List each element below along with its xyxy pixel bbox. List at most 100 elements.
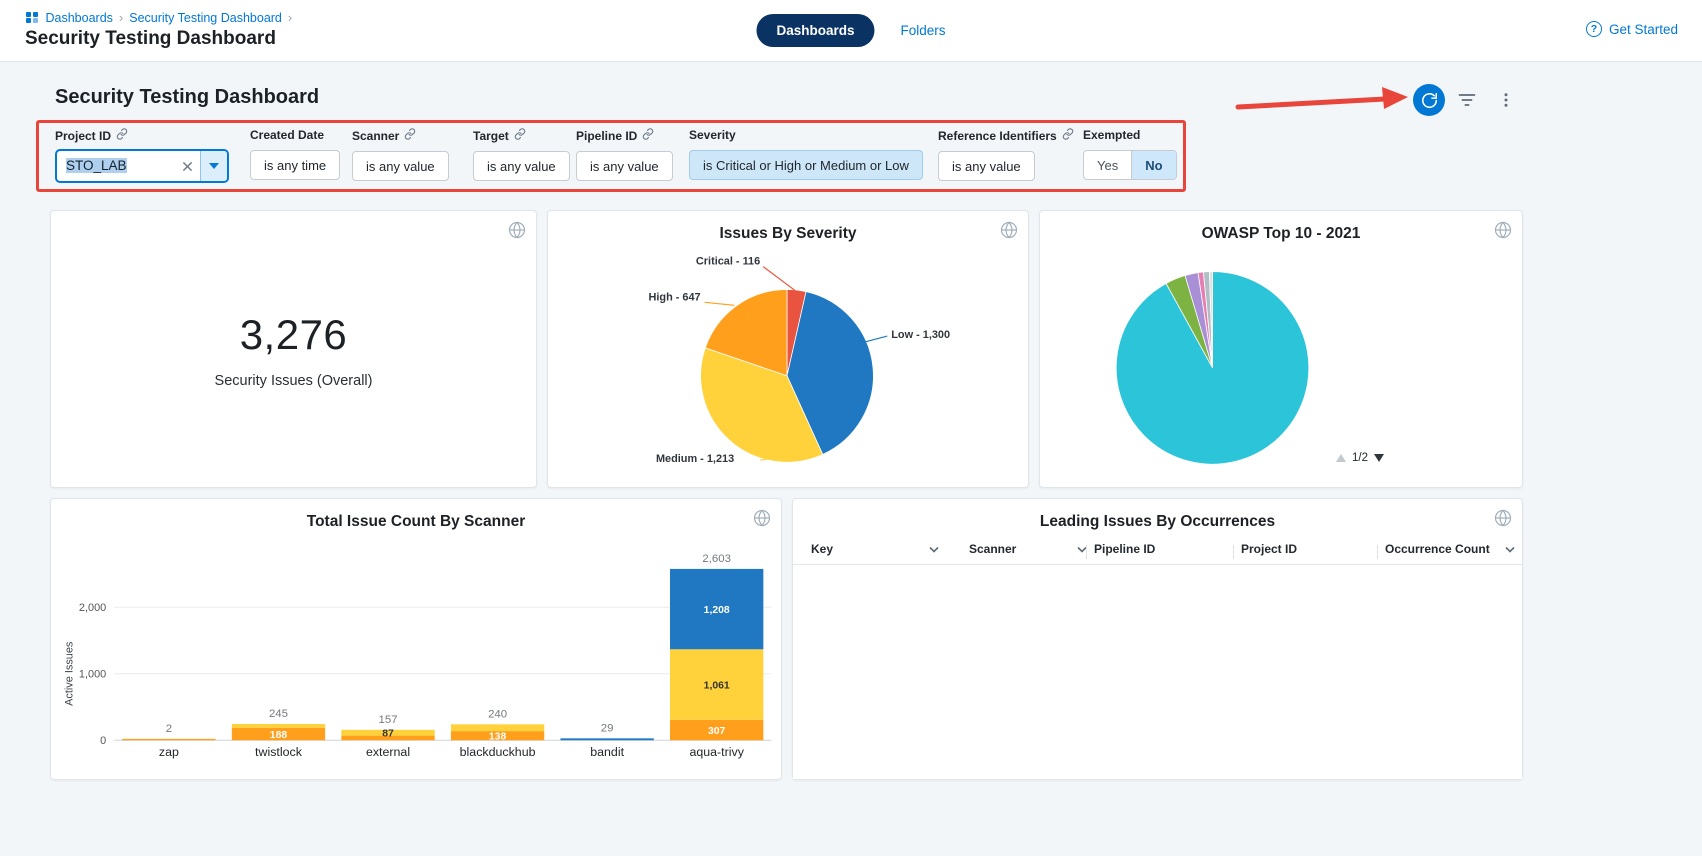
- filter-severity: Severity is Critical or High or Medium o…: [689, 128, 923, 180]
- svg-text:87: 87: [382, 728, 394, 739]
- column-divider: [1233, 545, 1234, 559]
- chart-title: OWASP Top 10 - 2021: [1040, 225, 1522, 243]
- bar-segment-external-orange[interactable]: [341, 736, 434, 741]
- filter-label: Reference Identifiers: [938, 129, 1057, 143]
- issues-by-severity-pie-chart: Critical - 116Low - 1,300Medium - 1,213H…: [548, 211, 1028, 487]
- bar-segment-blackduckhub-yellow[interactable]: [451, 724, 544, 731]
- column-header-pipeline-id[interactable]: Pipeline ID: [1094, 542, 1155, 556]
- svg-text:zap: zap: [159, 745, 179, 759]
- target-filter-button[interactable]: is any value: [473, 151, 570, 181]
- issue-count-bar-chart: 01,0002,000Active Issues2zap188245twistl…: [51, 499, 781, 779]
- column-header-scanner[interactable]: Scanner: [969, 542, 1087, 556]
- tab-dashboards[interactable]: Dashboards: [756, 14, 874, 47]
- get-started-link[interactable]: ? Get Started: [1586, 21, 1678, 37]
- svg-text:1,061: 1,061: [704, 680, 730, 691]
- svg-text:188: 188: [270, 730, 288, 741]
- bar-segment-aqua-trivy-yellow[interactable]: [670, 649, 763, 720]
- pie-slice-label: Medium - 1,213: [656, 453, 734, 465]
- severity-filter-button[interactable]: is Critical or High or Medium or Low: [689, 150, 923, 180]
- bar-segment-aqua-trivy-orange[interactable]: [670, 720, 763, 740]
- bar-segment-zap-orange[interactable]: [122, 739, 215, 740]
- tab-folders[interactable]: Folders: [901, 23, 946, 38]
- svg-text:bandit: bandit: [590, 745, 624, 759]
- card-owasp-top-10: OWASP Top 10 - 2021 1/2: [1039, 210, 1523, 488]
- table-header-row: Key Scanner Pipeline ID Project ID Occur…: [793, 537, 1522, 565]
- exempted-no-option[interactable]: No: [1131, 151, 1175, 179]
- chart-title: Total Issue Count By Scanner: [51, 513, 781, 531]
- sort-chevron-icon[interactable]: [1505, 542, 1515, 556]
- bar-segment-aqua-trivy-blue[interactable]: [670, 569, 763, 649]
- severity-slice-High[interactable]: [705, 289, 787, 375]
- globe-icon[interactable]: [1494, 509, 1512, 527]
- bar-segment-blackduckhub-orange[interactable]: [451, 731, 544, 740]
- severity-slice-Low[interactable]: [787, 292, 873, 455]
- svg-text:2: 2: [166, 723, 172, 735]
- svg-text:1,208: 1,208: [704, 605, 730, 616]
- filter-reference-identifiers: Reference Identifiers is any value: [938, 128, 1074, 181]
- globe-icon[interactable]: [1000, 221, 1018, 239]
- card-leading-issues-by-occurrences: Leading Issues By Occurrences Key Scanne…: [792, 498, 1523, 780]
- column-header-project-id[interactable]: Project ID: [1241, 542, 1297, 556]
- owasp-slice-5[interactable]: [1209, 272, 1212, 368]
- column-header-occurrence-count[interactable]: Occurrence Count: [1385, 542, 1515, 556]
- bar-segment-bandit-blue[interactable]: [560, 738, 653, 740]
- project-id-filter-input[interactable]: STO_LAB: [55, 149, 229, 183]
- bar-segment-twistlock-orange[interactable]: [232, 728, 325, 741]
- page-down-icon[interactable]: [1374, 454, 1384, 462]
- svg-text:2,000: 2,000: [79, 602, 106, 614]
- breadcrumb-separator-icon: ›: [119, 10, 123, 25]
- owasp-slice-2[interactable]: [1185, 273, 1212, 368]
- bar-segment-external-yellow[interactable]: [341, 730, 434, 736]
- pie-slice-label: Low - 1,300: [891, 329, 950, 341]
- filter-target: Target is any value: [473, 128, 570, 181]
- reference-identifiers-filter-button[interactable]: is any value: [938, 151, 1035, 181]
- filter-created-date: Created Date is any time: [250, 128, 340, 180]
- severity-slice-Critical[interactable]: [787, 289, 806, 375]
- globe-icon[interactable]: [753, 509, 771, 527]
- dashboards-grid-icon: [26, 12, 38, 24]
- svg-text:blackduckhub: blackduckhub: [460, 745, 536, 759]
- link-icon: [642, 128, 654, 143]
- svg-text:2,603: 2,603: [702, 553, 731, 565]
- owasp-slice-3[interactable]: [1198, 272, 1212, 368]
- scanner-filter-button[interactable]: is any value: [352, 151, 449, 181]
- svg-text:157: 157: [379, 714, 398, 726]
- header-tabs: Dashboards Folders: [756, 14, 945, 47]
- filter-lines-icon: [1456, 90, 1478, 110]
- svg-text:245: 245: [269, 708, 288, 720]
- table-title: Leading Issues By Occurrences: [793, 513, 1522, 531]
- annotation-arrow: [1230, 78, 1430, 122]
- link-icon: [1062, 128, 1074, 143]
- owasp-slice-0[interactable]: [1116, 272, 1309, 465]
- dropdown-caret-button[interactable]: [200, 151, 227, 181]
- globe-icon[interactable]: [1494, 221, 1512, 239]
- project-id-value: STO_LAB: [66, 158, 127, 173]
- owasp-slice-1[interactable]: [1166, 276, 1212, 368]
- exempted-yes-option[interactable]: Yes: [1084, 151, 1131, 179]
- globe-icon[interactable]: [508, 221, 526, 239]
- refresh-button[interactable]: [1413, 84, 1445, 116]
- owasp-slice-4[interactable]: [1203, 272, 1212, 368]
- filter-pipeline-id: Pipeline ID is any value: [576, 128, 673, 181]
- sort-chevron-icon[interactable]: [929, 542, 939, 556]
- bar-segment-twistlock-yellow[interactable]: [232, 724, 325, 728]
- breadcrumb-current-link[interactable]: Security Testing Dashboard: [129, 11, 282, 25]
- created-date-filter-button[interactable]: is any time: [250, 150, 340, 180]
- column-divider: [1086, 545, 1087, 559]
- breadcrumb-dashboards-link[interactable]: Dashboards: [46, 11, 113, 25]
- dashboard-menu-button[interactable]: [1496, 88, 1516, 112]
- chevron-down-icon: [209, 163, 219, 169]
- refresh-icon: [1421, 92, 1438, 109]
- column-header-key[interactable]: Key: [811, 542, 939, 556]
- column-label: Project ID: [1241, 542, 1297, 556]
- card-security-issues-overall: 3,276 Security Issues (Overall): [50, 210, 537, 488]
- dashboard-filters-button[interactable]: [1454, 88, 1480, 112]
- clear-value-icon[interactable]: [175, 161, 200, 172]
- filter-label: Project ID: [55, 129, 111, 143]
- filter-label: Target: [473, 129, 509, 143]
- breadcrumb: Dashboards › Security Testing Dashboard …: [26, 10, 292, 25]
- severity-slice-Medium[interactable]: [701, 348, 823, 462]
- svg-text:307: 307: [708, 726, 726, 737]
- pipeline-id-filter-button[interactable]: is any value: [576, 151, 673, 181]
- page-up-icon[interactable]: [1336, 454, 1346, 462]
